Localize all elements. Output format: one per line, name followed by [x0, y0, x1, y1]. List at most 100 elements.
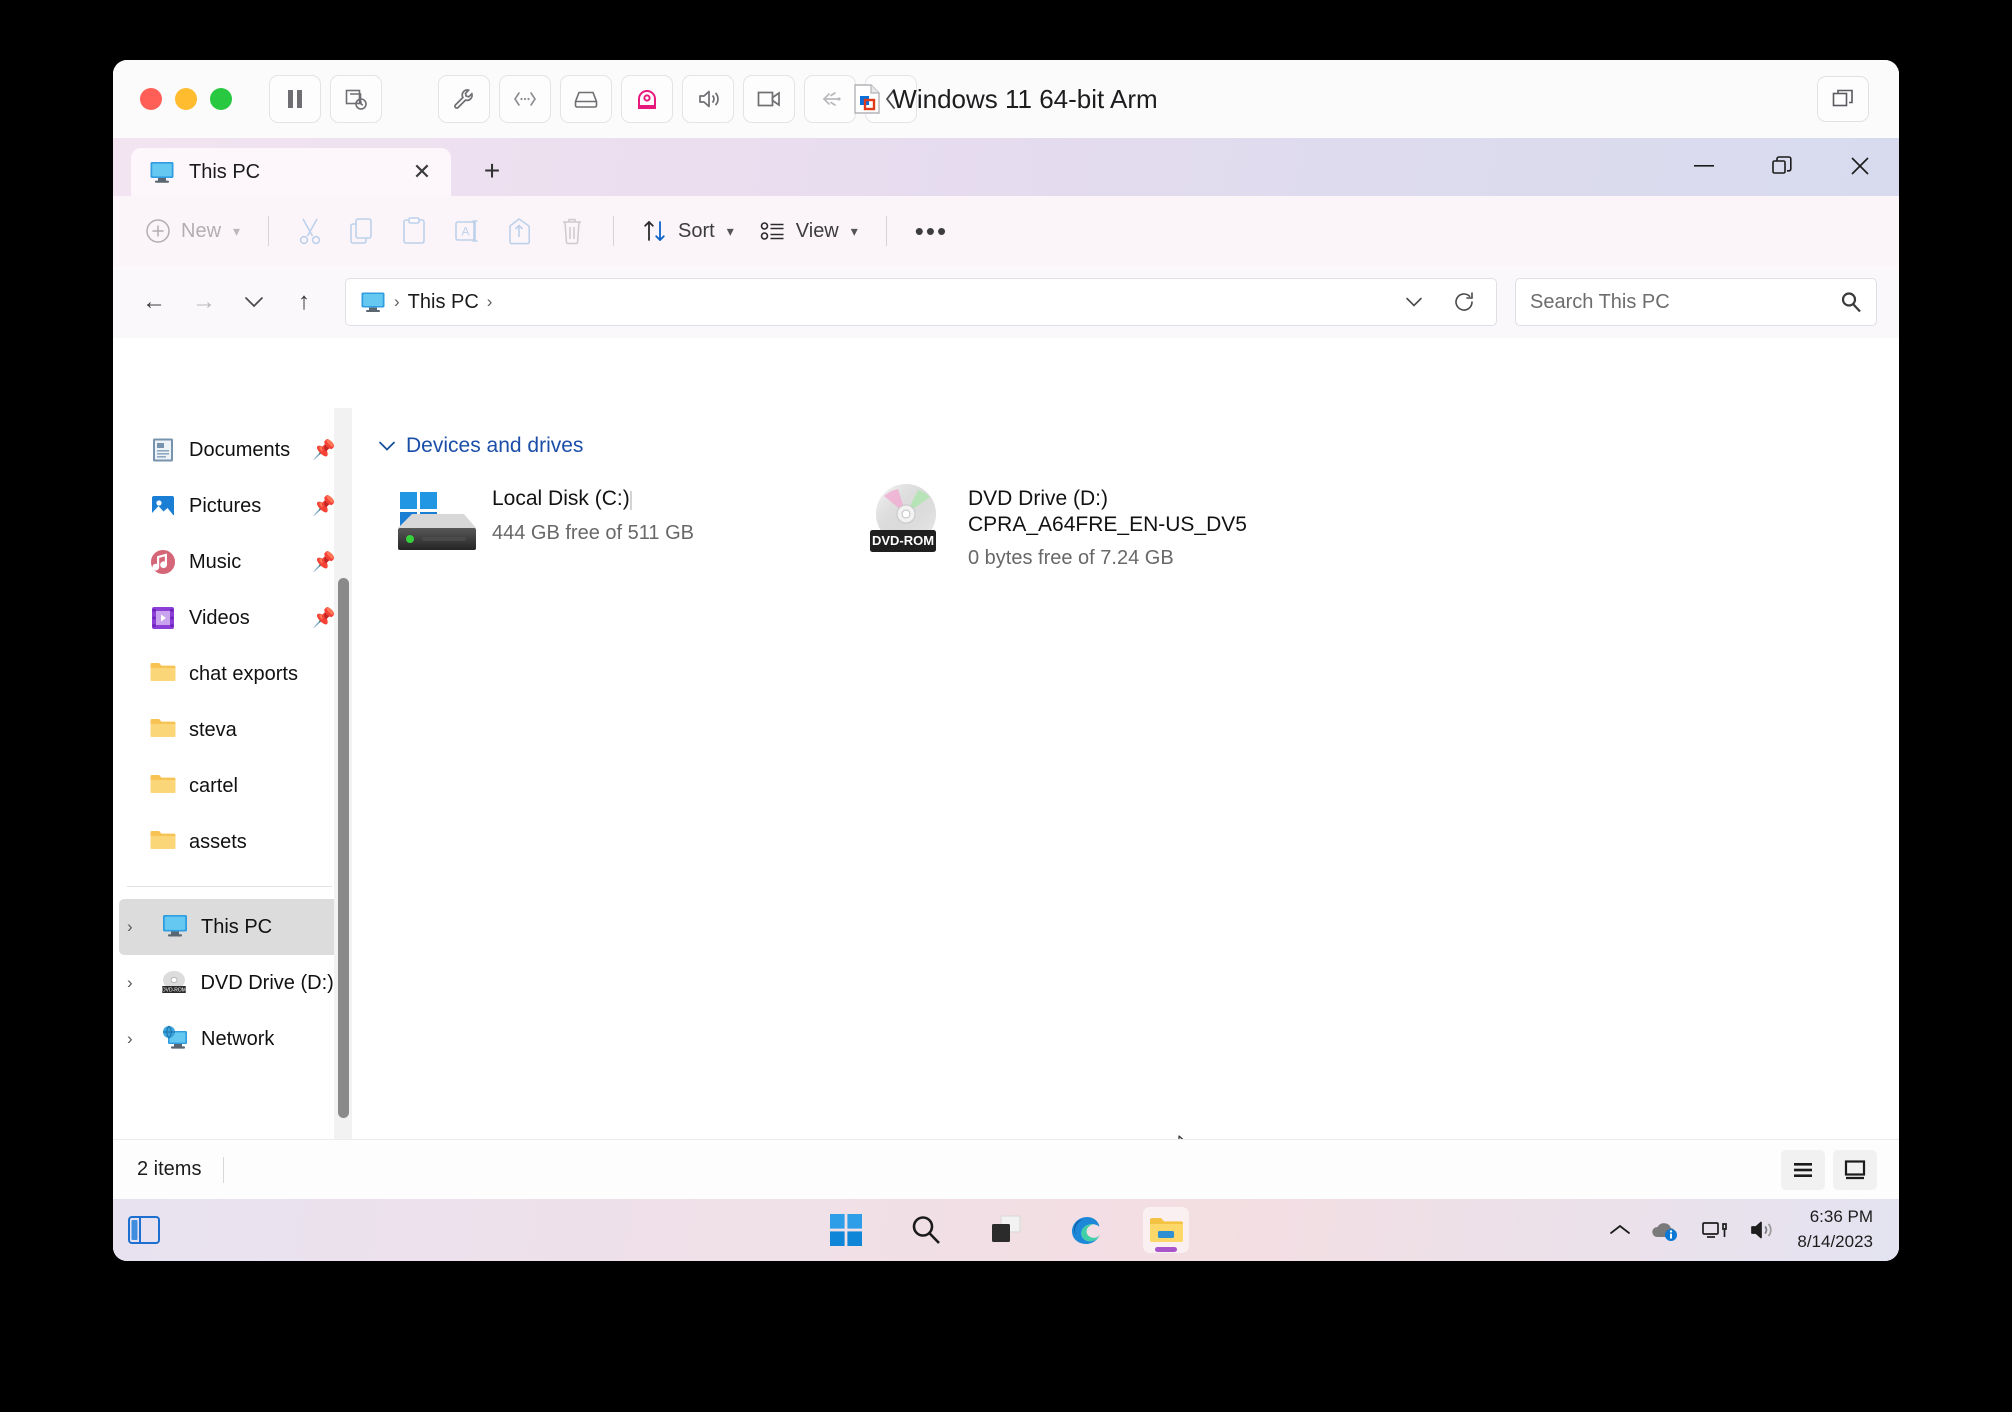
view-toggle-group — [1781, 1149, 1877, 1190]
command-bar: New ▾ A Sort ▾ View ▾ ••• — [113, 196, 1899, 266]
recent-locations-button[interactable] — [231, 279, 277, 325]
tab-this-pc[interactable]: This PC ✕ — [131, 148, 451, 196]
zoom-window-button[interactable] — [210, 88, 232, 110]
share-button[interactable] — [495, 206, 545, 256]
chevron-right-icon[interactable]: › — [127, 973, 148, 993]
new-tab-button[interactable]: + — [469, 148, 515, 194]
harddisk-button[interactable] — [560, 75, 612, 123]
task-view-button[interactable] — [983, 1207, 1029, 1253]
delete-button[interactable] — [547, 206, 597, 256]
details-view-button[interactable] — [1781, 1149, 1825, 1190]
drive-item-local-disk-c[interactable]: Local Disk (C:) 444 GB free of 511 GB — [392, 480, 822, 570]
breadcrumb-separator[interactable]: › — [487, 292, 493, 312]
up-button[interactable]: ↑ — [281, 279, 327, 325]
rename-button[interactable]: A — [441, 206, 493, 256]
window-restore-button[interactable] — [1743, 138, 1821, 194]
paste-button[interactable] — [389, 206, 439, 256]
sidebar-item-dvd-drive[interactable]: › DVD-ROM DVD Drive (D:) C — [119, 955, 350, 1011]
more-options-button[interactable]: ••• — [903, 206, 960, 256]
vm-left-toolbar — [269, 75, 382, 123]
sidebar-item-label: assets — [189, 830, 247, 853]
traffic-lights[interactable] — [140, 88, 232, 110]
chevron-right-icon[interactable]: › — [127, 1029, 149, 1049]
new-button[interactable]: New ▾ — [133, 206, 252, 256]
settings-button[interactable] — [438, 75, 490, 123]
usb-button[interactable] — [804, 75, 856, 123]
chevron-right-icon[interactable]: › — [127, 917, 149, 937]
window-close-button[interactable] — [1821, 138, 1899, 194]
folder-icon — [149, 660, 177, 688]
drive-name: Local Disk (C:) — [492, 487, 630, 510]
copy-button[interactable] — [337, 206, 387, 256]
shared-button[interactable] — [865, 75, 917, 123]
search-input[interactable] — [1530, 290, 1840, 314]
dvd-drive-icon: DVD-ROM — [868, 480, 954, 558]
navigation-pane: Documents 📌 Pictures 📌 Music 📌 Videos 📌 … — [113, 408, 356, 1139]
pause-vm-button[interactable] — [269, 75, 321, 123]
sidebar-item-steva[interactable]: steva — [119, 702, 350, 758]
close-window-button[interactable] — [140, 88, 162, 110]
vm-title-text: Windows 11 64-bit Arm — [892, 83, 1158, 114]
address-breadcrumb-box[interactable]: › This PC › — [345, 278, 1497, 326]
search-button[interactable] — [903, 1207, 949, 1253]
pin-icon[interactable]: 📌 — [312, 550, 336, 574]
search-box[interactable] — [1515, 278, 1877, 326]
sidebar-item-assets[interactable]: assets — [119, 814, 350, 870]
sort-button[interactable]: Sort ▾ — [630, 206, 746, 256]
sound-button[interactable] — [682, 75, 734, 123]
camera-button[interactable] — [621, 75, 673, 123]
start-button[interactable] — [823, 1207, 869, 1253]
refresh-icon[interactable] — [1442, 280, 1486, 324]
drive-item-dvd-drive-d[interactable]: DVD-ROM DVD Drive (D:) CPRA_A64FRE_EN-US… — [868, 480, 1298, 570]
edge-button[interactable] — [1063, 1207, 1109, 1253]
sidebar-item-videos[interactable]: Videos 📌 — [119, 590, 350, 646]
breadcrumb-this-pc[interactable]: This PC — [408, 291, 479, 314]
snapshot-button[interactable] — [330, 75, 382, 123]
minimize-window-button[interactable] — [175, 88, 197, 110]
pin-icon[interactable]: 📌 — [312, 494, 336, 518]
sort-button-label: Sort — [678, 219, 715, 242]
unity-view-button[interactable] — [1817, 76, 1869, 122]
search-icon[interactable] — [1840, 291, 1862, 313]
sidebar-item-documents[interactable]: Documents 📌 — [119, 422, 350, 478]
devices-and-drives-group-header[interactable]: Devices and drives — [378, 434, 1899, 458]
sidebar-item-this-pc[interactable]: › This PC — [119, 899, 350, 955]
folder-icon — [149, 772, 177, 800]
videos-icon — [149, 604, 177, 632]
sidebar-scrollbar-thumb[interactable] — [338, 578, 349, 1118]
sidebar-item-label: Videos — [189, 606, 250, 629]
sidebar-item-label: This PC — [201, 915, 273, 938]
video-button[interactable] — [743, 75, 795, 123]
drive-capacity-text: 444 GB free of 511 GB — [492, 521, 694, 544]
file-list-pane[interactable]: Devices and drives Local Disk (C:) 444 G… — [356, 408, 1899, 1160]
sidebar-item-label: Music — [189, 550, 242, 573]
monitor-icon — [149, 160, 175, 184]
sidebar-item-pictures[interactable]: Pictures 📌 — [119, 478, 350, 534]
svg-text:DVD-ROM: DVD-ROM — [872, 533, 934, 548]
sidebar-item-label: Pictures — [189, 494, 262, 517]
new-button-label: New — [181, 219, 222, 242]
large-icons-view-button[interactable] — [1833, 1149, 1877, 1190]
window-controls — [1665, 138, 1899, 194]
forward-button[interactable]: → — [181, 279, 227, 325]
taskbar: 6:36 PM 8/14/2023 — [113, 1199, 1899, 1261]
back-button[interactable]: ← — [131, 279, 177, 325]
sidebar-item-chat-exports[interactable]: chat exports — [119, 646, 350, 702]
windows-guest: This PC ✕ + New ▾ A Sort ▾ View ▾ ••• ← … — [113, 138, 1899, 1261]
sidebar-item-network[interactable]: › Network — [119, 1011, 350, 1067]
chevron-down-icon[interactable] — [1392, 280, 1436, 324]
cut-button[interactable] — [285, 206, 335, 256]
pin-icon[interactable]: 📌 — [312, 606, 336, 630]
pin-icon[interactable]: 📌 — [312, 438, 336, 462]
taskbar-apps — [113, 1207, 1899, 1253]
network-button[interactable] — [499, 75, 551, 123]
sidebar-item-music[interactable]: Music 📌 — [119, 534, 350, 590]
sidebar-item-label: steva — [189, 718, 237, 741]
tab-close-button[interactable]: ✕ — [407, 159, 437, 185]
active-app-indicator — [1155, 1247, 1177, 1252]
sidebar-item-cartel[interactable]: cartel — [119, 758, 350, 814]
view-button[interactable]: View ▾ — [748, 206, 870, 256]
file-explorer-button[interactable] — [1143, 1207, 1189, 1253]
window-minimize-button[interactable] — [1665, 138, 1743, 194]
chevron-down-icon[interactable] — [378, 440, 396, 452]
